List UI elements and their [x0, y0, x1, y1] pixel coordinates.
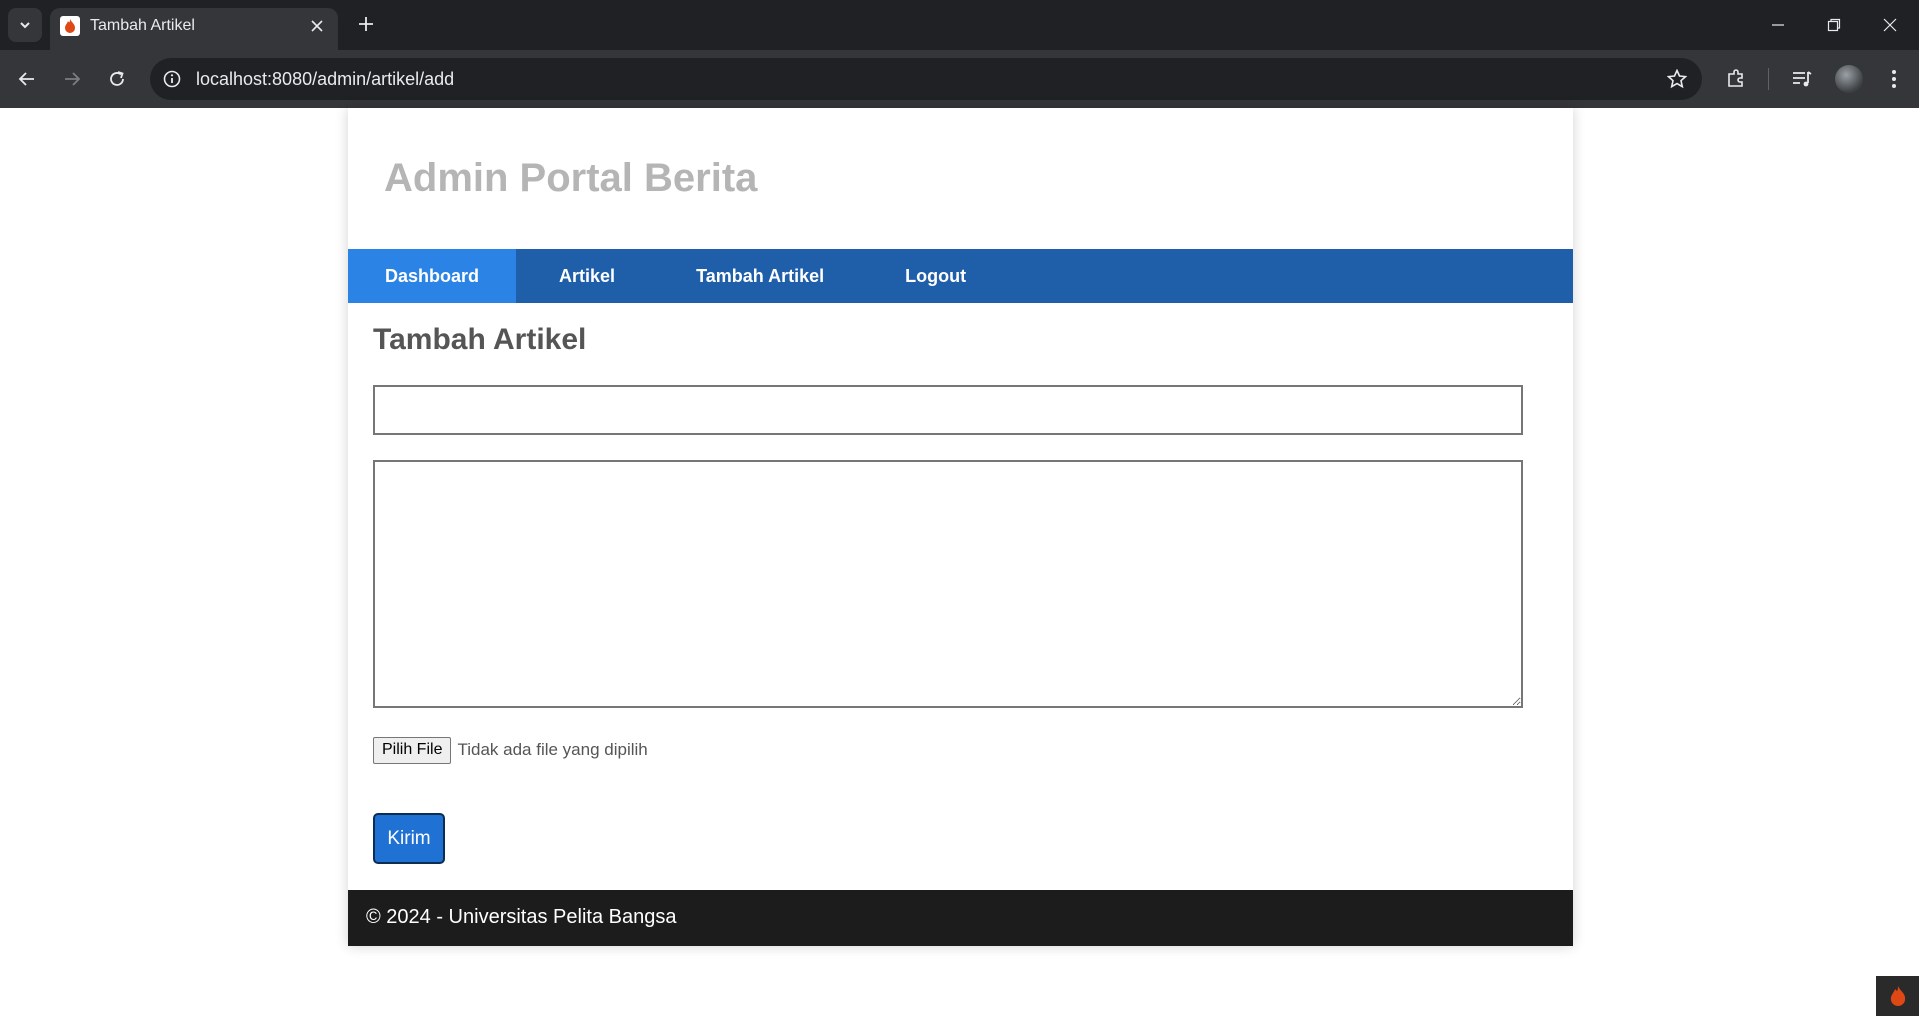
nav-item-artikel[interactable]: Artikel: [516, 249, 658, 303]
footer-text: © 2024 - Universitas Pelita Bangsa: [366, 906, 677, 928]
choose-file-button[interactable]: Pilih File: [373, 736, 452, 764]
site-title: Admin Portal Berita: [384, 156, 758, 200]
toolbar-divider: [1768, 68, 1769, 90]
url-text: localhost:8080/admin/artikel/add: [196, 69, 455, 89]
extensions-icon[interactable]: [1722, 65, 1750, 93]
main-nav: Dashboard Artikel Tambah Artikel Logout: [348, 249, 1573, 303]
file-input[interactable]: Pilih File Tidak ada file yang dipilih: [373, 736, 648, 764]
page-container: Admin Portal Berita Dashboard Artikel Ta…: [348, 108, 1573, 946]
file-status-text: Tidak ada file yang dipilih: [457, 740, 648, 759]
favicon-icon: [60, 16, 80, 36]
browser-tab[interactable]: Tambah Artikel: [50, 8, 338, 50]
debug-toolbar-icon[interactable]: [1876, 976, 1919, 1016]
nav-item-logout[interactable]: Logout: [862, 249, 1009, 303]
tab-search-icon[interactable]: [8, 8, 42, 42]
window-close-icon[interactable]: [1862, 0, 1918, 50]
forward-icon[interactable]: [54, 61, 90, 97]
avatar[interactable]: [1835, 65, 1863, 93]
reload-icon[interactable]: [99, 61, 135, 97]
tab-title: Tambah Artikel: [90, 17, 195, 34]
close-icon[interactable]: [306, 15, 328, 37]
content-textarea[interactable]: [373, 460, 1523, 708]
info-icon[interactable]: [160, 67, 184, 91]
page-title: Tambah Artikel: [373, 323, 587, 356]
site-footer: © 2024 - Universitas Pelita Bangsa: [348, 890, 1573, 946]
star-icon[interactable]: [1666, 68, 1688, 90]
site-header: Admin Portal Berita: [348, 108, 1573, 249]
browser-toolbar: localhost:8080/admin/artikel/add: [0, 50, 1919, 108]
nav-item-tambah-artikel[interactable]: Tambah Artikel: [658, 249, 862, 303]
minimize-icon[interactable]: [1750, 0, 1806, 50]
media-icon[interactable]: [1788, 65, 1816, 93]
title-input[interactable]: [373, 385, 1523, 435]
back-icon[interactable]: [9, 61, 45, 97]
restore-icon[interactable]: [1806, 0, 1862, 50]
nav-item-dashboard[interactable]: Dashboard: [348, 249, 517, 303]
submit-button[interactable]: Kirim: [373, 813, 445, 864]
menu-icon[interactable]: [1880, 65, 1908, 93]
plus-icon[interactable]: [352, 10, 380, 38]
address-bar[interactable]: localhost:8080/admin/artikel/add: [150, 58, 1702, 100]
browser-tab-bar: Tambah Artikel: [0, 0, 1919, 50]
